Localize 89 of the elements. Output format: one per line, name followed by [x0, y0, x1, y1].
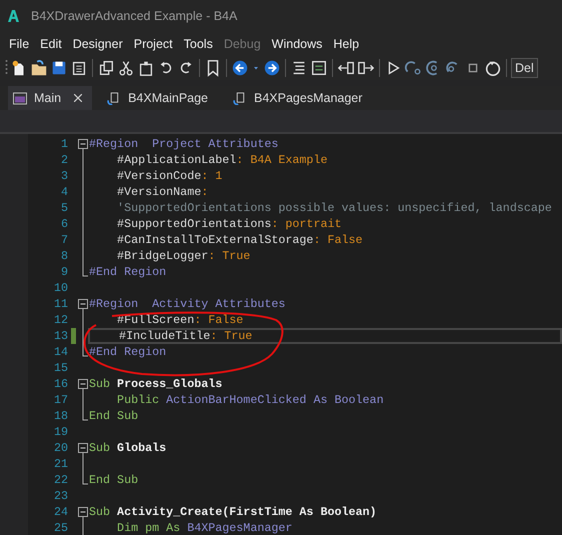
- uncomment-lines-icon[interactable]: [310, 59, 328, 77]
- line-number: 2: [60, 153, 68, 167]
- keyword: Sub: [89, 505, 110, 519]
- attribute-value: :: [201, 185, 208, 199]
- keyword: End Sub: [89, 409, 138, 423]
- line-number: 21: [52, 457, 68, 471]
- line-number: 9: [60, 265, 68, 279]
- keyword: Sub: [89, 377, 110, 391]
- keyword: Public: [116, 393, 160, 407]
- line-number: 22: [52, 473, 68, 487]
- attribute-name: #BridgeLogger: [116, 249, 208, 263]
- sub-name: Process_Globals: [116, 377, 222, 391]
- region-directive: #End Region: [89, 345, 166, 359]
- collapse-icon[interactable]: [78, 136, 88, 152]
- menu-item[interactable]: Windows: [268, 37, 330, 51]
- line-number: 25: [52, 521, 68, 535]
- file-tab[interactable]: B4XMainPage: [102, 86, 218, 110]
- menu-item[interactable]: Project: [130, 37, 181, 51]
- file-tab[interactable]: B4XPagesManager: [228, 86, 372, 110]
- line-number: 7: [60, 233, 68, 247]
- line-number: 3: [60, 169, 68, 183]
- menu-item[interactable]: Designer: [70, 37, 131, 51]
- attribute-value: : 1: [201, 169, 222, 183]
- step-over-icon[interactable]: [404, 59, 422, 77]
- attribute-name: #VersionCode: [116, 169, 202, 183]
- region-directive: #Region Project Attributes: [89, 137, 278, 151]
- collapse-icon[interactable]: [78, 376, 88, 392]
- close-icon[interactable]: [74, 94, 82, 102]
- line-number: 15: [52, 361, 68, 375]
- keyword: Dim pm As: [116, 521, 180, 535]
- attribute-value: : B4A Example: [236, 153, 328, 167]
- toolbar-grip-icon: [5, 59, 8, 77]
- indent-icon[interactable]: [357, 59, 375, 77]
- build-config-dropdown[interactable]: Del: [511, 58, 538, 78]
- line-number: 23: [52, 489, 68, 503]
- attribute-value: : portrait: [271, 217, 342, 231]
- line-number: 24: [52, 505, 68, 519]
- paste-icon[interactable]: [137, 59, 155, 77]
- file-tab[interactable]: Main: [8, 86, 92, 110]
- menu-item[interactable]: File: [6, 37, 38, 51]
- line-number: 17: [52, 393, 68, 407]
- attribute-name: #SupportedOrientations: [116, 217, 272, 231]
- line-number: 18: [52, 409, 68, 423]
- attribute-value: : False: [194, 313, 244, 327]
- keyword: End Sub: [89, 473, 138, 487]
- outdent-icon[interactable]: [337, 59, 355, 77]
- line-number: 5: [60, 201, 68, 215]
- keyword: Sub: [89, 441, 110, 455]
- attribute-name: #VersionName: [116, 185, 202, 199]
- code-comment: 'SupportedOrientations possible values: unspecified, landscape: [116, 201, 552, 215]
- region-directive: #End Region: [89, 265, 166, 279]
- line-number: 14: [52, 345, 68, 359]
- region-directive: #Region Activity Attributes: [89, 297, 286, 311]
- cut-icon[interactable]: [117, 59, 135, 77]
- line-number: 6: [60, 217, 68, 231]
- line-number: 12: [52, 313, 68, 327]
- line-number: 4: [60, 185, 68, 199]
- attribute-name: #ApplicationLabel: [116, 153, 236, 167]
- line-number: 20: [52, 441, 68, 455]
- attribute-name: #CanInstallToExternalStorage: [116, 233, 314, 247]
- window-title: B4XDrawerAdvanced Example - B4A: [31, 9, 238, 23]
- type-name: B4XPagesManager: [186, 521, 292, 535]
- open-folder-icon[interactable]: [30, 59, 48, 77]
- menu-item[interactable]: Tools: [180, 37, 221, 51]
- window-icon: [13, 92, 27, 104]
- menu-item[interactable]: Help: [330, 37, 368, 51]
- type-name: ActionBarHomeClicked As Boolean: [165, 393, 384, 407]
- line-number: 19: [52, 425, 68, 439]
- attribute-value: : True: [210, 329, 252, 343]
- line-number: 1: [60, 137, 68, 151]
- sub-name: Activity_Create(FirstTime As Boolean): [116, 505, 377, 519]
- attribute-name: #FullScreen: [116, 313, 194, 327]
- collapse-icon[interactable]: [78, 440, 88, 456]
- collapse-icon[interactable]: [78, 296, 88, 312]
- save-icon[interactable]: [50, 59, 68, 77]
- line-number: 10: [52, 281, 68, 295]
- attribute-name: #IncludeTitle: [118, 329, 210, 343]
- line-number: 16: [52, 377, 68, 391]
- attribute-value: : True: [208, 249, 250, 263]
- line-number: 8: [60, 249, 68, 263]
- line-number: 13: [52, 329, 68, 343]
- line-number: 11: [52, 297, 68, 311]
- sub-name: Globals: [116, 441, 166, 455]
- restart-icon[interactable]: [484, 59, 502, 77]
- attribute-value: : False: [313, 233, 363, 247]
- app-logo-icon: [8, 10, 19, 22]
- menu-item[interactable]: Edit: [37, 37, 70, 51]
- collapse-icon[interactable]: [78, 504, 88, 520]
- copy-icon[interactable]: [97, 59, 115, 77]
